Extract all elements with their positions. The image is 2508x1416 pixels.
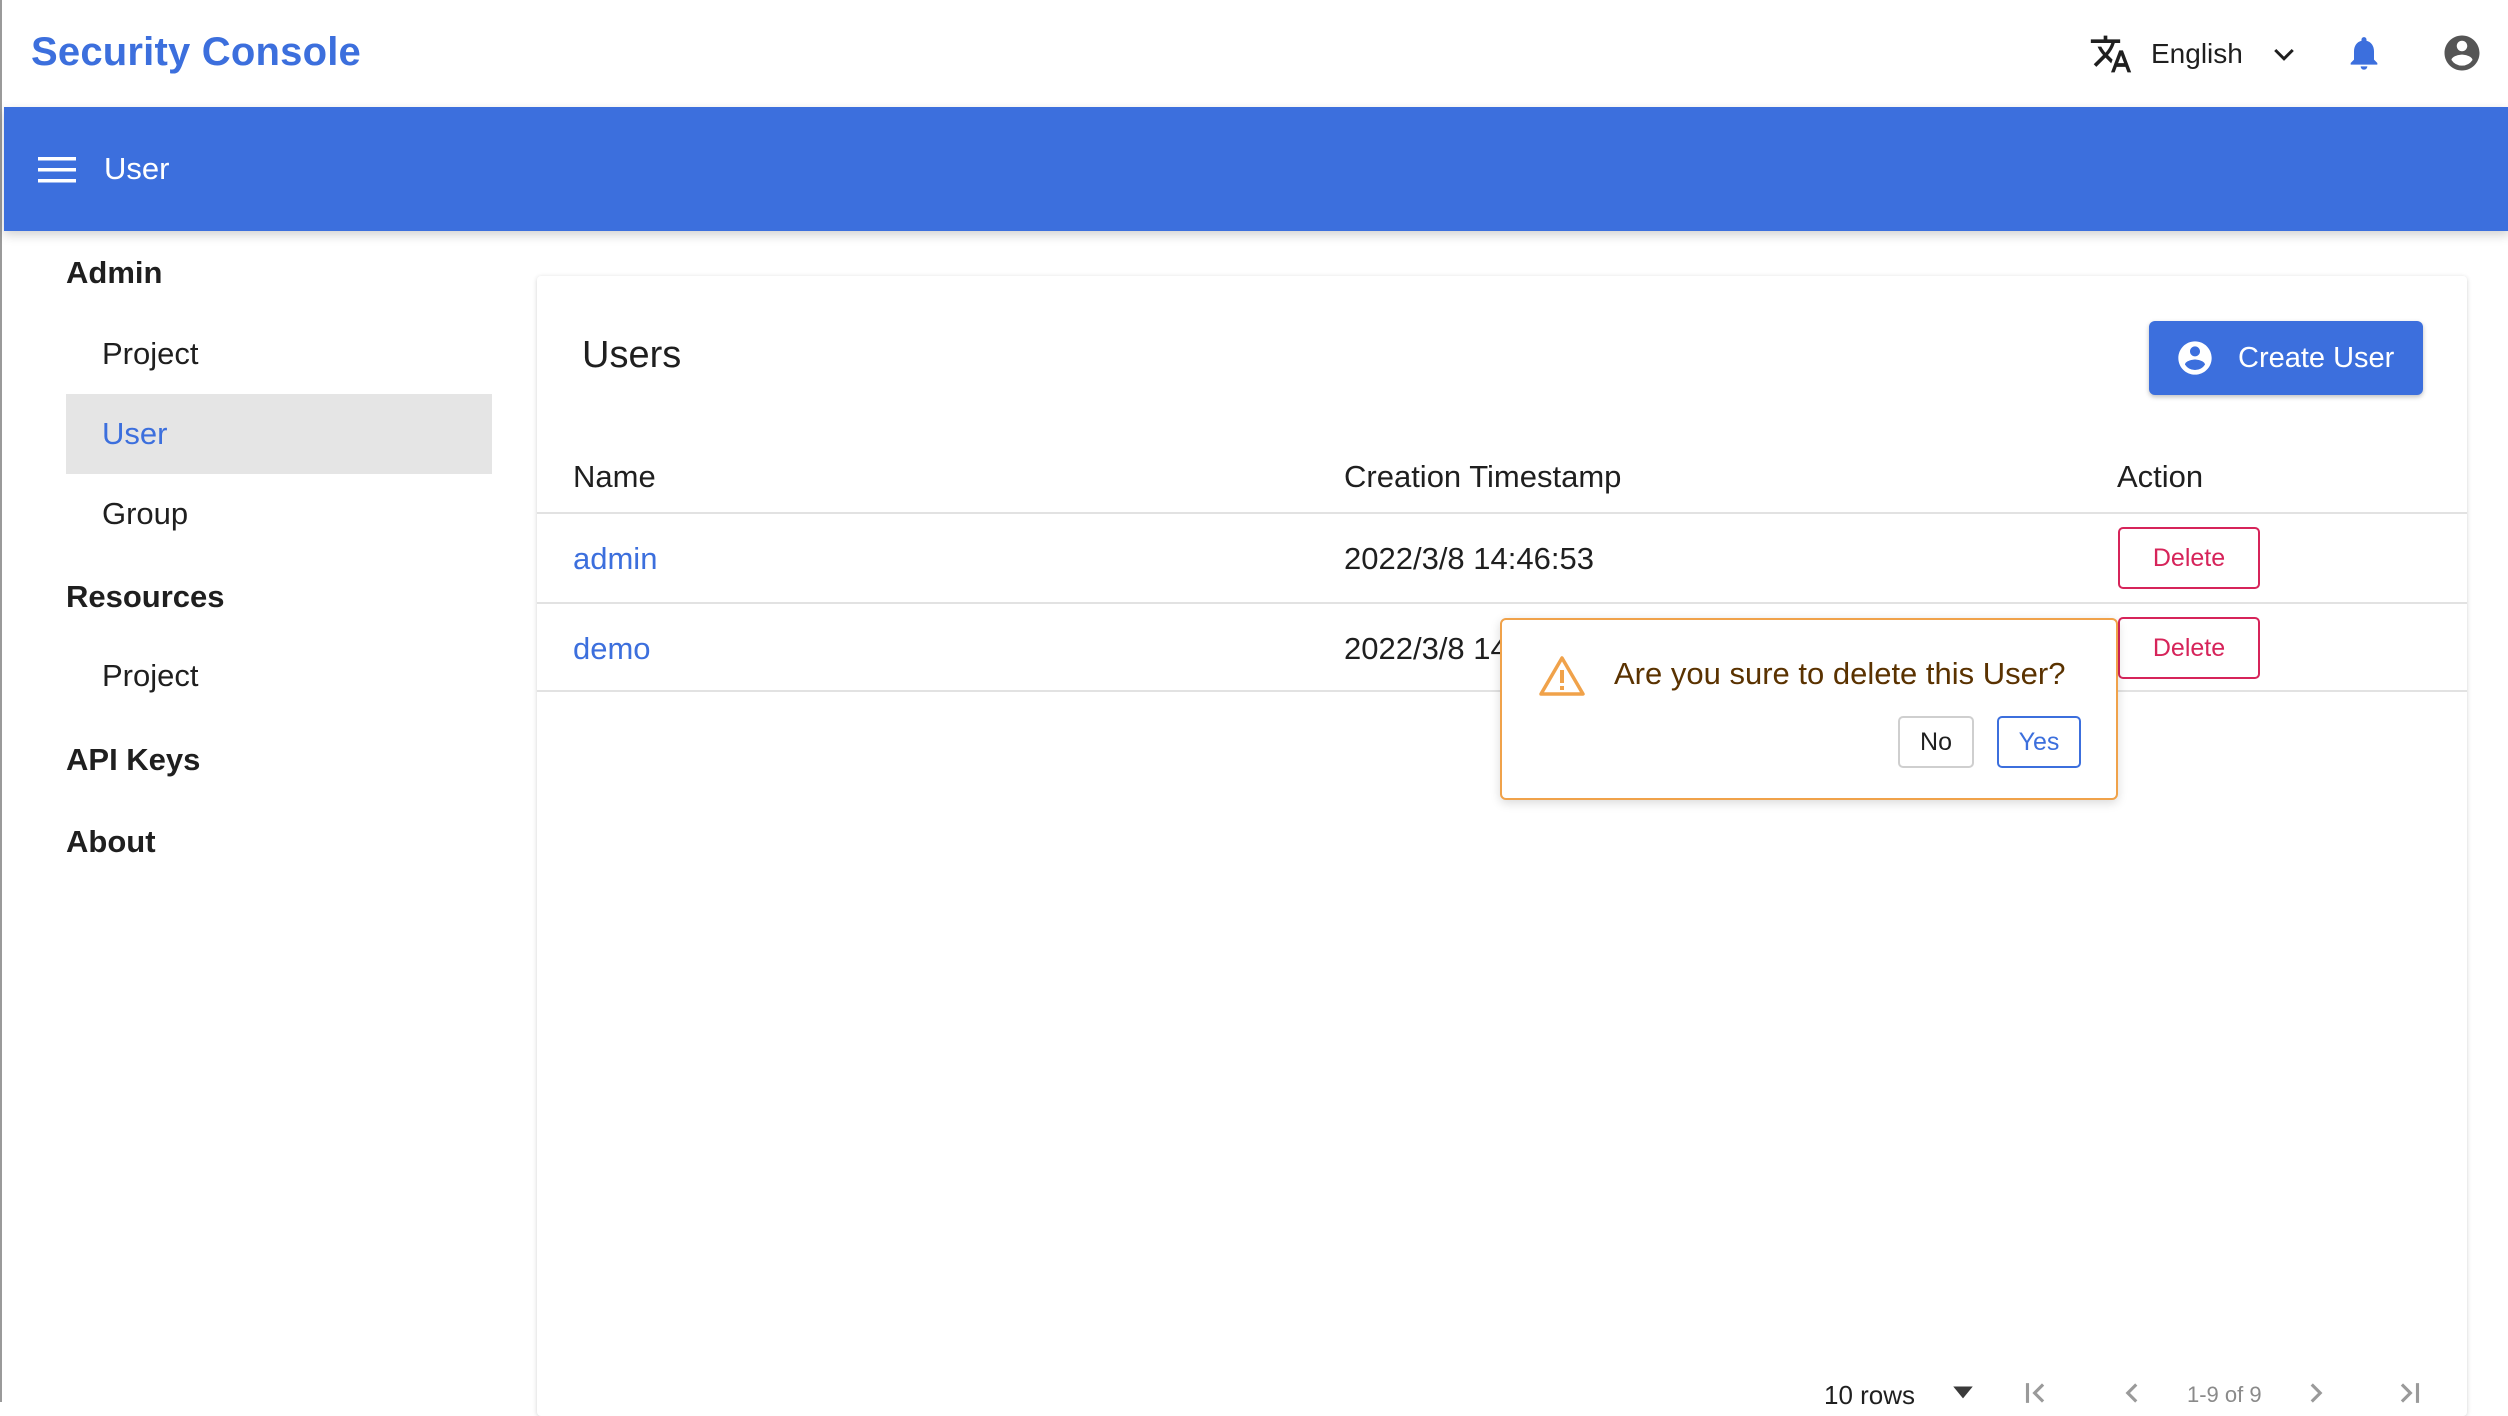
confirm-no-button[interactable]: No	[1898, 716, 1974, 768]
sidebar: Admin Project User Group Resources Proje…	[4, 231, 534, 1402]
first-page-icon[interactable]	[2019, 1376, 2053, 1410]
sidebar-item-group[interactable]: Group	[66, 474, 492, 554]
column-header-action: Action	[2117, 459, 2204, 494]
column-header-creation-timestamp[interactable]: Creation Timestamp	[1344, 459, 1621, 495]
previous-page-icon[interactable]	[2115, 1376, 2149, 1410]
sidebar-group-resources[interactable]: Resources	[66, 579, 225, 615]
confirm-yes-button[interactable]: Yes	[1997, 716, 2081, 768]
bell-icon[interactable]	[2344, 32, 2384, 74]
user-name-link[interactable]: admin	[573, 541, 657, 577]
language-selector-label[interactable]: English	[2151, 38, 2243, 70]
translate-icon[interactable]	[2089, 32, 2133, 76]
sidebar-item-user[interactable]: User	[66, 394, 492, 474]
top-header: Security Console English	[4, 0, 2508, 107]
warning-icon	[1539, 656, 1585, 696]
delete-confirm-popover: Are you sure to delete this User? No Yes	[1500, 618, 2118, 800]
column-header-name[interactable]: Name	[573, 459, 656, 495]
delete-button[interactable]: Delete	[2118, 617, 2260, 679]
users-card: Users Create User Name Creation Timestam…	[537, 276, 2467, 1416]
pagination-range: 1-9 of 9	[2187, 1382, 2262, 1407]
sidebar-item-api-keys[interactable]: API Keys	[66, 742, 200, 778]
next-page-icon[interactable]	[2299, 1376, 2333, 1410]
sidebar-item-resources-project[interactable]: Project	[66, 636, 492, 716]
user-name-link[interactable]: demo	[573, 631, 651, 667]
caret-down-icon[interactable]	[1950, 1383, 1976, 1403]
page-navbar: User	[4, 107, 2508, 231]
menu-icon[interactable]	[38, 155, 76, 185]
chevron-down-icon[interactable]	[2269, 40, 2299, 70]
sidebar-group-admin[interactable]: Admin	[66, 255, 162, 291]
sidebar-item-admin-project[interactable]: Project	[66, 314, 492, 394]
create-user-button[interactable]: Create User	[2149, 321, 2423, 395]
creation-timestamp: 2022/3/8 14:46:53	[1344, 541, 1594, 576]
rows-per-page-select[interactable]: 10 rows	[1824, 1380, 1915, 1411]
account-circle-icon	[2178, 341, 2212, 375]
app-window: Security Console English User Admin Proj…	[0, 0, 2508, 1416]
creation-timestamp: 2022/3/8 14	[1344, 631, 1504, 666]
confirm-message: Are you sure to delete this User?	[1614, 656, 2066, 691]
page-title: Users	[582, 334, 682, 376]
last-page-icon[interactable]	[2392, 1376, 2426, 1410]
sidebar-item-about[interactable]: About	[66, 824, 156, 860]
table-row: admin 2022/3/8 14:46:53 Delete	[537, 512, 2467, 602]
navbar-title: User	[104, 151, 170, 186]
app-title[interactable]: Security Console	[31, 30, 361, 75]
account-circle-icon[interactable]	[2441, 32, 2483, 74]
delete-button[interactable]: Delete	[2118, 527, 2260, 589]
create-user-label: Create User	[2238, 342, 2395, 374]
